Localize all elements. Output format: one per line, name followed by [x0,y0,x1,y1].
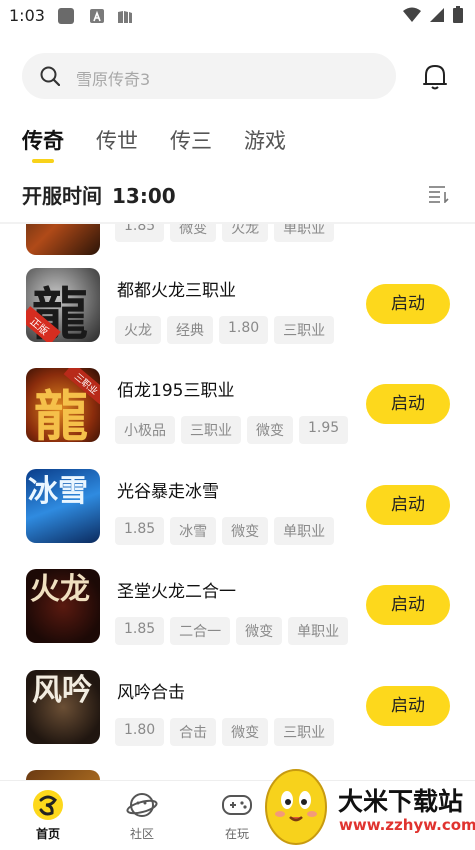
game-title: 风吟合击 [117,683,185,703]
notification-square-icon [58,8,74,24]
home-logo-icon [32,789,64,824]
tab-chuanshi[interactable]: 传世 [96,125,138,155]
tag: 微变 [247,416,293,444]
tag: 三职业 [181,416,241,444]
game-title: 光谷暴走冰雪 [117,482,219,502]
sort-list-icon[interactable] [428,185,450,207]
game-thumbnail [26,770,100,780]
game-row-partial: 1.85 微变 火龙 单职业 [0,224,475,255]
tab-chuansan[interactable]: 传三 [170,125,212,155]
tag: 三职业 [274,316,335,344]
tab-label: 传三 [170,129,212,153]
game-row[interactable]: 冰雪 光谷暴走冰雪 1.85 冰雪 微变 单职业 启动 [0,469,475,569]
tag: 1.85 [115,617,165,645]
status-bar: 1:03 [0,0,475,32]
open-server-label: 开服时间 [22,184,102,208]
game-tags: 1.85 冰雪 微变 单职业 [115,517,335,545]
game-title: 佰龙195三职业 [117,381,235,401]
launch-button[interactable]: 启动 [366,284,450,324]
active-tab-indicator [32,159,54,163]
tab-label: 传世 [96,129,138,153]
tag: 微变 [222,718,269,746]
signal-icon [429,7,445,27]
tag: 冰雪 [170,517,217,545]
tag: 火龙 [222,224,269,242]
watermark-url: www.zzhyw.com [339,816,475,834]
book-icon [117,9,133,23]
tag: 1.80 [219,316,269,344]
launch-button[interactable]: 启动 [366,585,450,625]
game-thumbnail: 火龙 [26,569,100,643]
game-thumbnail: 龍 正版 [26,268,100,342]
game-tags: 小极品 三职业 微变 1.95 [115,416,349,444]
game-thumbnail: 冰雪 [26,469,100,543]
site-watermark: 大米下载站 www.zzhyw.com [262,760,475,846]
tag: 微变 [222,517,269,545]
tab-label: 传奇 [22,129,64,153]
launch-button[interactable]: 启动 [366,485,450,525]
status-time: 1:03 [9,6,45,25]
game-row[interactable]: 龍 三职业 佰龙195三职业 小极品 三职业 微变 1.95 启动 [0,368,475,468]
wifi-icon [403,7,421,27]
game-row[interactable]: 火龙 圣堂火龙二合一 1.85 二合一 微变 单职业 启动 [0,569,475,669]
thumbnail-glyph: 风吟 [32,673,92,708]
nav-label: 首页 [35,827,60,841]
tag: 二合一 [170,617,231,645]
egg-mascot-icon [262,762,332,850]
launch-button[interactable]: 启动 [366,384,450,424]
tag: 微变 [236,617,283,645]
open-server-header: 开服时间 13:00 [22,180,176,209]
tag: 单职业 [274,224,335,242]
tag: 单职业 [274,517,335,545]
tab-label: 游戏 [244,129,286,153]
tag: 1.85 [115,224,165,242]
game-list: 1.85 微变 火龙 单职业 龍 正版 都都火龙三职业 火龙 经典 1.80 三… [0,224,475,780]
tag: 合击 [170,718,217,746]
game-row[interactable]: 龍 正版 都都火龙三职业 火龙 经典 1.80 三职业 启动 [0,268,475,368]
tag: 1.95 [299,416,349,444]
thumbnail-glyph: 冰雪 [28,474,88,509]
tab-chuanqi[interactable]: 传奇 [22,125,64,163]
search-placeholder: 雪原传奇3 [76,70,151,89]
thumbnail-glyph: 火龙 [30,572,90,607]
tag: 1.85 [115,517,165,545]
game-thumbnail [26,224,100,255]
tab-youxi[interactable]: 游戏 [244,125,286,155]
game-tags: 1.85 二合一 微变 单职业 [115,617,349,645]
bell-icon[interactable] [422,63,448,95]
game-title: 都都火龙三职业 [117,281,236,301]
game-thumbnail: 风吟 [26,670,100,744]
tag: 小极品 [115,416,175,444]
tag: 经典 [167,316,213,344]
game-tags: 火龙 经典 1.80 三职业 [115,316,335,344]
game-row[interactable]: 风吟 风吟合击 1.80 合击 微变 三职业 启动 [0,670,475,770]
game-thumbnail: 龍 三职业 [26,368,100,442]
open-server-time: 13:00 [112,184,176,208]
launch-button[interactable]: 启动 [366,686,450,726]
game-title: 圣堂火龙二合一 [117,582,236,602]
tag: 三职业 [274,718,335,746]
search-bar[interactable]: 雪原传奇3 [22,53,396,99]
game-tags: 1.80 合击 微变 三职业 [115,718,335,746]
nav-label: 社区 [129,827,154,841]
planet-icon [126,789,158,824]
battery-icon [453,6,463,27]
game-tags: 1.85 微变 火龙 单职业 [115,224,335,242]
category-tabs: 传奇 传世 传三 游戏 [22,125,318,163]
tag: 火龙 [115,316,161,344]
gamepad-icon [221,791,253,822]
search-icon [40,66,61,90]
nav-label: 在玩 [224,827,249,841]
app-a-icon [90,9,104,23]
tag: 1.80 [115,718,165,746]
tag: 单职业 [288,617,349,645]
tag: 微变 [170,224,217,242]
watermark-name: 大米下载站 [338,787,464,816]
